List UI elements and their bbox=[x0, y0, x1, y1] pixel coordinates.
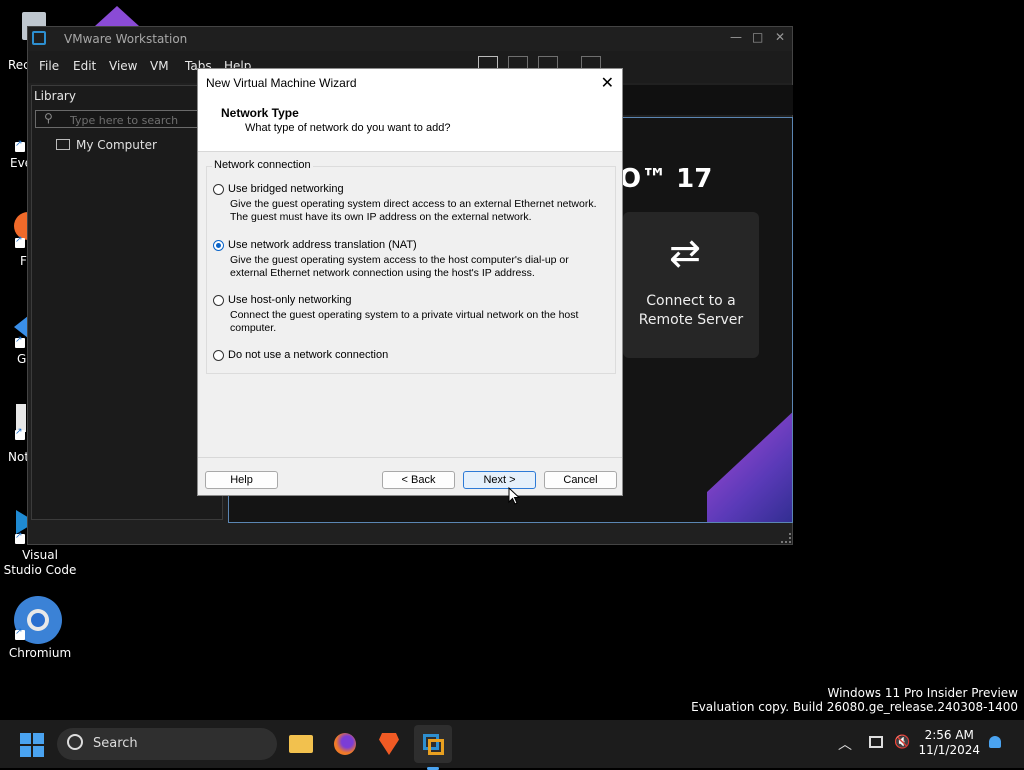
taskbar: Search ︿ 🔇 2:56 AM 11/1/2024 bbox=[0, 720, 1024, 770]
network-icon[interactable] bbox=[869, 736, 883, 748]
shortcut-arrow-icon bbox=[15, 139, 25, 152]
option-label[interactable]: Do not use a network connection bbox=[228, 349, 388, 361]
brave-icon[interactable] bbox=[370, 725, 408, 763]
library-header: Library bbox=[34, 89, 76, 103]
watermark-line1: Windows 11 Pro Insider Preview bbox=[827, 686, 1018, 700]
vmware-taskbar-icon[interactable] bbox=[414, 725, 452, 770]
option-label[interactable]: Use host-only networking bbox=[228, 294, 352, 306]
product-version: O™ 17 bbox=[619, 164, 713, 194]
tree-item-my-computer[interactable]: My Computer bbox=[56, 138, 157, 152]
desktop-icon-label: G bbox=[17, 352, 27, 366]
option-description: Give the guest operating system access t… bbox=[230, 254, 569, 279]
menu-vm[interactable]: VM bbox=[150, 59, 169, 73]
wizard-titlebar[interactable]: New Virtual Machine Wizard ✕ bbox=[198, 69, 622, 97]
notification-bell-icon[interactable] bbox=[989, 736, 1001, 748]
new-vm-wizard-dialog: New Virtual Machine Wizard ✕ Network Typ… bbox=[197, 68, 623, 496]
visual-studio-icon bbox=[95, 6, 139, 26]
shortcut-arrow-icon bbox=[15, 531, 25, 544]
remote-card-label: Connect to a Remote Server bbox=[638, 293, 744, 328]
desktop-icon-label: Not bbox=[8, 450, 30, 464]
clock-time: 2:56 AM bbox=[924, 728, 974, 742]
vmware-titlebar[interactable]: VMware Workstation — □ ✕ bbox=[28, 27, 792, 51]
radio-no-network[interactable] bbox=[213, 350, 224, 361]
connect-remote-server-card[interactable]: ⇄ Connect to a Remote Server bbox=[623, 212, 759, 358]
shortcut-arrow-icon bbox=[15, 335, 25, 348]
desktop-icon-notepad[interactable]: Not bbox=[0, 400, 30, 470]
library-search[interactable]: ⚲ bbox=[35, 110, 221, 128]
windows-watermark: Windows 11 Pro Insider Preview Evaluatio… bbox=[691, 686, 1018, 714]
taskbar-search-label: Search bbox=[93, 736, 138, 751]
next-button[interactable]: Next > bbox=[463, 471, 536, 489]
group-label: Network connection bbox=[212, 159, 313, 171]
radio-host-only[interactable] bbox=[213, 295, 224, 306]
library-search-input[interactable] bbox=[68, 112, 212, 128]
firefox-icon[interactable] bbox=[326, 725, 364, 763]
swap-arrows-icon: ⇄ bbox=[669, 231, 701, 275]
minimize-icon[interactable]: — bbox=[730, 30, 742, 44]
desktop-icon-event[interactable]: Eve bbox=[0, 139, 32, 180]
desktop-icon-label: F bbox=[20, 254, 27, 268]
option-label[interactable]: Use bridged networking bbox=[228, 183, 344, 195]
menu-file[interactable]: File bbox=[39, 59, 59, 73]
windows-start-icon[interactable] bbox=[20, 733, 44, 757]
desktop-icon-g[interactable]: G bbox=[0, 310, 30, 370]
menu-edit[interactable]: Edit bbox=[73, 59, 96, 73]
maximize-icon[interactable]: □ bbox=[752, 30, 763, 44]
back-button[interactable]: < Back bbox=[382, 471, 455, 489]
cancel-button[interactable]: Cancel bbox=[544, 471, 617, 489]
wizard-subheading: What type of network do you want to add? bbox=[245, 122, 451, 134]
shortcut-arrow-icon bbox=[15, 427, 25, 440]
network-connection-group: Network connection Use bridged networkin… bbox=[206, 159, 616, 374]
search-icon: ⚲ bbox=[44, 111, 53, 125]
monitor-icon bbox=[56, 139, 70, 150]
resize-grip-icon[interactable] bbox=[781, 533, 791, 543]
desktop-icon-label: Chromium bbox=[8, 646, 72, 660]
taskbar-clock[interactable]: 2:56 AM 11/1/2024 bbox=[918, 728, 980, 758]
option-description: Connect the guest operating system to a … bbox=[230, 309, 579, 334]
wizard-header: Network Type What type of network do you… bbox=[198, 97, 622, 152]
chevron-up-icon[interactable]: ︿ bbox=[838, 734, 852, 754]
vmware-title: VMware Workstation bbox=[64, 32, 188, 46]
vmware-logo-icon bbox=[32, 31, 46, 45]
wizard-title: New Virtual Machine Wizard bbox=[206, 76, 357, 90]
radio-nat[interactable] bbox=[213, 240, 224, 251]
taskbar-search[interactable]: Search bbox=[57, 728, 277, 760]
close-icon[interactable]: ✕ bbox=[775, 30, 785, 44]
mouse-cursor-icon bbox=[508, 487, 520, 505]
menu-view[interactable]: View bbox=[109, 59, 137, 73]
search-icon bbox=[67, 734, 83, 750]
desktop-icon-firefox[interactable]: F bbox=[0, 210, 30, 270]
watermark-line2: Evaluation copy. Build 26080.ge_release.… bbox=[691, 700, 1018, 714]
clock-date: 11/1/2024 bbox=[918, 743, 980, 757]
wizard-footer-divider bbox=[198, 457, 622, 458]
shortcut-arrow-icon bbox=[15, 235, 25, 248]
desktop-icon-chromium[interactable]: Chromium bbox=[2, 592, 78, 664]
file-explorer-icon[interactable] bbox=[282, 725, 320, 763]
tree-item-label: My Computer bbox=[76, 138, 157, 152]
shortcut-arrow-icon bbox=[15, 627, 25, 640]
radio-bridged[interactable] bbox=[213, 184, 224, 195]
help-button[interactable]: Help bbox=[205, 471, 278, 489]
close-icon[interactable]: ✕ bbox=[601, 73, 614, 93]
wizard-heading: Network Type bbox=[221, 106, 299, 120]
library-panel: Library ⚲ My Computer bbox=[31, 85, 223, 520]
option-description: Give the guest operating system direct a… bbox=[230, 198, 597, 223]
brand-graphic bbox=[707, 408, 792, 522]
desktop-icon-label: Visual Studio Code bbox=[3, 548, 77, 577]
volume-muted-icon[interactable]: 🔇 bbox=[894, 735, 910, 750]
option-label[interactable]: Use network address translation (NAT) bbox=[228, 239, 417, 251]
